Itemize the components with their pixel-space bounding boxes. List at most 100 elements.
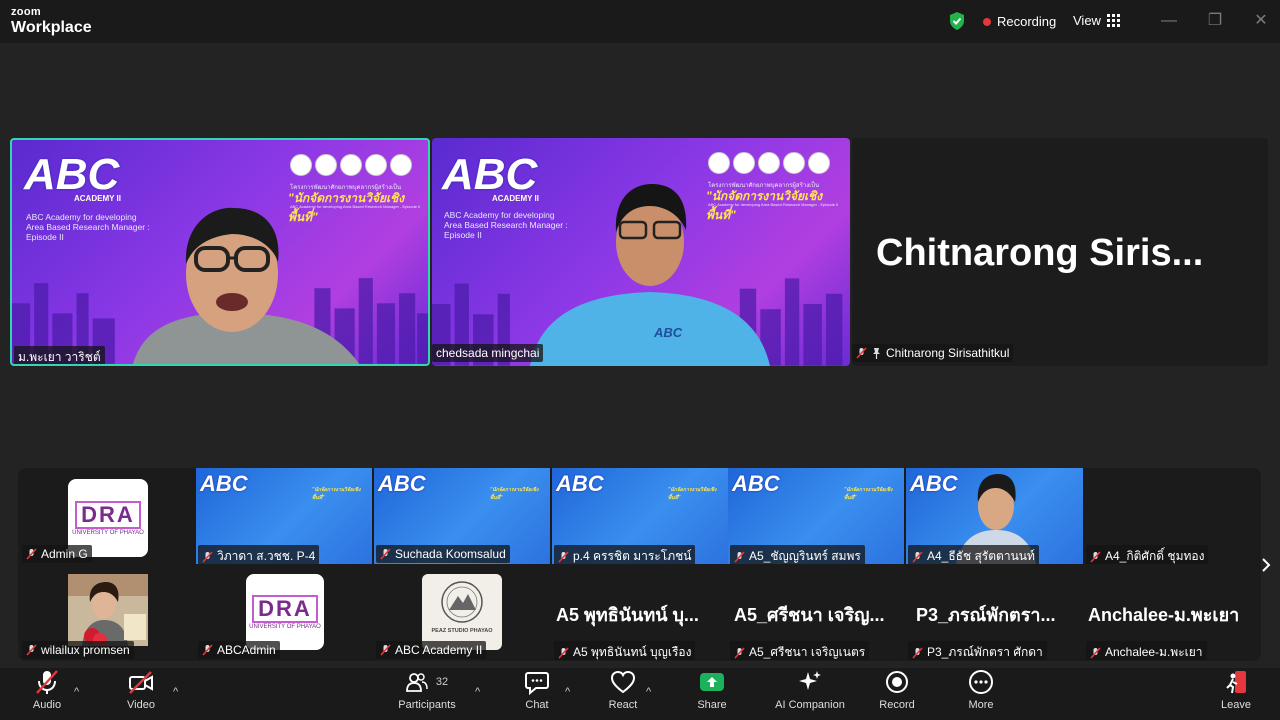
participant-name: ABCAdmin (217, 643, 276, 657)
abc-logo: ABC (732, 471, 780, 496)
sponsor-logo (340, 154, 362, 176)
recording-indicator[interactable]: Recording (983, 14, 1056, 29)
gallery-tile[interactable]: DRA UNIVERSITY OF PHAYAO ABCAdmin (196, 566, 372, 660)
share-button[interactable]: Share (692, 668, 732, 711)
gallery-tile[interactable]: ABC "นักจัดการงานวิจัยเชิงพื้นที่" p.4 ค… (552, 468, 728, 564)
thai-title: "นักจัดการงานวิจัยเชิงพื้นที่" (490, 487, 539, 501)
video-tile-no-video[interactable]: Chitnarong Siris... Chitnarong Sirisathi… (852, 138, 1268, 366)
participant-video-person: ABC (530, 184, 770, 366)
sponsor-logo (365, 154, 387, 176)
participant-display-name: P3_ภรณ์พักตรา... (916, 605, 1056, 625)
participant-name-label: ABCAdmin (198, 641, 280, 659)
video-options-caret-icon[interactable]: ^ (173, 686, 183, 698)
record-icon (886, 671, 908, 693)
mic-muted-icon (912, 550, 923, 563)
dra-word: DRA (75, 500, 141, 529)
leave-door-icon (1226, 671, 1246, 694)
video-button[interactable]: Video (120, 668, 162, 711)
mic-muted-icon (26, 548, 37, 560)
profile-photo (68, 574, 148, 646)
more-label: More (968, 699, 994, 711)
gallery-tile[interactable]: ABC "นักจัดการงานวิจัยเชิงพื้นที่" A5_ชั… (728, 468, 904, 564)
mic-muted-icon (734, 550, 745, 563)
abc-logo: ABC (910, 471, 958, 496)
participants-options-caret-icon[interactable]: ^ (475, 686, 485, 698)
academy-label: ACADEMY II (74, 194, 121, 203)
dra-logo: DRA UNIVERSITY OF PHAYAO (246, 574, 324, 650)
participant-name-label: Suchada Koomsalud (376, 545, 510, 563)
participant-name-label: P3_ภรณ์พักตรา ศักดา (908, 641, 1047, 660)
ai-companion-label: AI Companion (775, 699, 845, 711)
sponsor-logo (783, 152, 805, 174)
audio-button[interactable]: Audio (26, 668, 68, 711)
audio-options-caret-icon[interactable]: ^ (74, 686, 84, 698)
chat-label: Chat (525, 699, 549, 711)
record-button[interactable]: Record (874, 668, 920, 711)
gallery-tile[interactable]: A5_ศรีชนา เจริญ... A5_ศรีชนา เจริญเนตร (728, 566, 904, 660)
more-button[interactable]: More (960, 668, 1002, 711)
participant-name: Suchada Koomsalud (395, 547, 506, 561)
ai-companion-button[interactable]: AI Companion (766, 668, 854, 711)
gallery-tile[interactable]: wilailux promsen (20, 566, 196, 660)
participant-name-label: wilailux promsen (22, 641, 134, 659)
sponsor-logo (390, 154, 412, 176)
minimize-icon[interactable]: — (1160, 12, 1178, 30)
sponsor-logo (708, 152, 730, 174)
grid-icon (1106, 14, 1120, 27)
gallery-tile[interactable]: ABC "นักจัดการงานวิจัยเชิงพื้นที่" Sucha… (374, 468, 550, 564)
video-tile-speaker-1[interactable]: ABC ACADEMY II ABC Academy for developin… (10, 138, 430, 366)
participant-video-person (133, 207, 360, 364)
video-tile-speaker-2[interactable]: ABC ACADEMY II ABC Academy for developin… (432, 138, 850, 366)
microphone-muted-icon (36, 670, 58, 694)
chat-button[interactable]: Chat (518, 668, 556, 711)
react-label: React (608, 699, 638, 711)
record-label: Record (879, 699, 915, 711)
participant-name-label: A5_ศรีชนา เจริญเนตร (730, 641, 870, 660)
participant-name-label: p.4 ครรชิต มาระโภชน์ (554, 545, 696, 564)
sponsor-logo (758, 152, 780, 174)
close-icon[interactable]: ✕ (1252, 12, 1270, 30)
participant-name: Admin G (41, 547, 88, 561)
gallery-tile[interactable]: ABC A4_ธีธัช สุรัตตานนท์ (906, 468, 1083, 564)
chat-options-caret-icon[interactable]: ^ (565, 686, 575, 698)
leave-label: Leave (1221, 699, 1251, 711)
sponsor-logo (733, 152, 755, 174)
stamp-text: PEAZ STUDIO PHAYAO (431, 628, 493, 634)
participant-display-name: A5_ศรีชนา เจริญ... (734, 605, 885, 625)
restore-icon[interactable]: ❐ (1206, 12, 1224, 30)
gallery-tile[interactable]: ABC "นักจัดการงานวิจัยเชิงพื้นที่" วิภาด… (196, 468, 372, 564)
thai-title: "นักจัดการงานวิจัยเชิงพื้นที่" (668, 487, 717, 501)
participants-icon (405, 673, 428, 692)
title-bar: zoom Workplace Recording View — ❐ ✕ (0, 0, 1280, 43)
participant-name: Anchalee-ม.พะเยา (1105, 645, 1203, 659)
gallery-tile[interactable]: A5 พุทธินันทน์ บุ... A5 พุทธินันทน์ บุญเ… (552, 566, 728, 660)
shield-check-icon[interactable] (948, 11, 966, 31)
react-options-caret-icon[interactable]: ^ (646, 686, 656, 698)
zoom-logo: zoom Workplace (11, 7, 92, 36)
abc-logo: ABC (24, 150, 120, 199)
react-button[interactable]: React (603, 668, 643, 711)
participant-name: Chitnarong Sirisathitkul (886, 346, 1010, 360)
mic-muted-icon (380, 548, 391, 560)
gallery-tile[interactable]: P3_ภรณ์พักตรา... P3_ภรณ์พักตรา ศักดา (906, 566, 1083, 660)
gallery-tile[interactable]: PEAZ STUDIO PHAYAO ABC Academy II (374, 566, 550, 660)
share-screen-icon (700, 673, 724, 691)
leave-button[interactable]: Leave (1214, 668, 1258, 711)
mic-muted-icon (380, 644, 391, 656)
gallery-strip: DRA UNIVERSITY OF PHAYAO Admin G ABC "นั… (18, 468, 1261, 661)
participant-name-label: ABC Academy II (376, 641, 487, 659)
chevron-right-icon[interactable] (1259, 556, 1273, 574)
gallery-tile[interactable]: DRA UNIVERSITY OF PHAYAO Admin G (20, 470, 196, 564)
gallery-tile[interactable]: A4_กิติศักดิ์ ชุมทอง (1084, 470, 1260, 564)
participant-display-name: Chitnarong Siris... (876, 232, 1204, 274)
participant-name: wilailux promsen (41, 643, 130, 657)
participant-name-label: A4_กิติศักดิ์ ชุมทอง (1086, 545, 1209, 564)
pin-icon (873, 348, 880, 359)
view-button[interactable]: View (1073, 13, 1120, 28)
thai-title: "นักจัดการงานวิจัยเชิงพื้นที่" (844, 487, 893, 501)
mic-muted-icon (202, 550, 213, 563)
participants-button[interactable]: 32 Participants (392, 668, 462, 711)
gallery-tile[interactable]: Anchalee-ม.พะเยา Anchalee-ม.พะเยา (1084, 566, 1260, 660)
sparkle-icon (799, 671, 821, 690)
participant-name-label: A5 พุทธินันทน์ บุญเรือง (554, 641, 696, 660)
